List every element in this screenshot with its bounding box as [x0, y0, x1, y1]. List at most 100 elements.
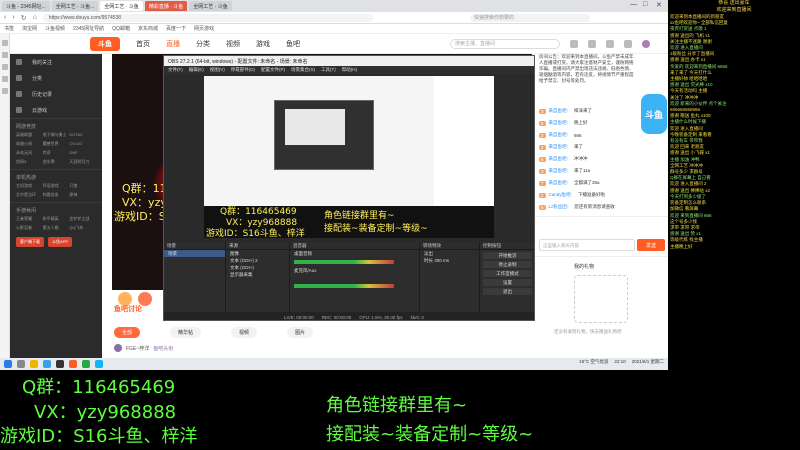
chat-username[interactable]: Candy鱼吧：	[549, 192, 576, 198]
category-link[interactable]: 和平精英	[43, 216, 70, 222]
back-icon[interactable]: ‹	[4, 14, 6, 21]
menu-item[interactable]: 配置文件(P)	[261, 67, 285, 73]
chat-input[interactable]: 这里输入聊天内容	[539, 239, 635, 251]
menu-item[interactable]: 视图(V)	[210, 67, 225, 73]
category-link[interactable]: 主机游戏	[16, 183, 43, 189]
site-search-input[interactable]: 搜索主播、直播间	[450, 38, 560, 49]
menu-item[interactable]: 停靠部件(D)	[231, 67, 255, 73]
windows-start-icon[interactable]	[4, 360, 12, 368]
download-icon[interactable]	[2, 64, 8, 70]
category-link[interactable]: DOTA2	[69, 132, 96, 138]
wechat-icon[interactable]	[82, 360, 90, 368]
browser-tab[interactable]: 斗鱼 - 2345网址...	[2, 1, 50, 11]
site-logo[interactable]: 斗鱼	[90, 36, 120, 51]
tab-video[interactable]: 视频	[231, 326, 258, 338]
menu-item[interactable]: 编辑(E)	[189, 67, 204, 73]
tab-featured[interactable]: 精华帖	[170, 326, 202, 338]
start-streaming-button[interactable]: 开始推流	[483, 252, 532, 259]
category-link[interactable]: 逆水寒	[43, 159, 70, 165]
chat-username[interactable]: Lz粉丝团：	[549, 204, 572, 210]
sidebar-item-history[interactable]: 历史记录	[10, 86, 102, 102]
stop-recording-button[interactable]: 停止录制	[483, 261, 532, 268]
sidebar-item-follow[interactable]: 我的关注	[10, 54, 102, 70]
menu-item[interactable]: 场景集合(S)	[291, 67, 315, 73]
category-link[interactable]: 英雄联盟	[16, 132, 43, 138]
browser-icon[interactable]	[43, 360, 51, 368]
chat-username[interactable]: 来自鱼吧：	[549, 108, 572, 114]
source-item[interactable]: 文本 (GDI+)	[226, 264, 289, 271]
history-icon[interactable]	[606, 39, 614, 48]
menu-item[interactable]: 工具(T)	[321, 67, 336, 73]
category-link[interactable]: DNF	[69, 150, 96, 156]
category-link[interactable]: 怀旧游戏	[43, 183, 70, 189]
clock-date[interactable]: 2021/6/1 星期二	[632, 359, 664, 365]
avatar[interactable]	[114, 344, 122, 352]
chat-username[interactable]: 来自鱼吧：	[549, 144, 572, 150]
download-app-icon[interactable]	[570, 39, 578, 48]
minimize-icon[interactable]: —	[630, 1, 637, 8]
chat-username[interactable]: 来自鱼吧：	[549, 156, 572, 162]
category-link[interactable]: 剑网3	[16, 159, 43, 165]
app-download-button[interactable]: 斗鱼APP	[48, 237, 73, 247]
category-link[interactable]: 穿越火线	[16, 141, 43, 147]
history-icon[interactable]	[2, 52, 8, 58]
transition-duration[interactable]: 时长 300 ms	[420, 257, 479, 264]
nav-category[interactable]: 分类	[196, 39, 210, 49]
chat-username[interactable]: 来自鱼吧：	[549, 120, 572, 126]
nav-video[interactable]: 视频	[226, 39, 240, 49]
game-icon[interactable]	[2, 88, 8, 94]
client-download-button[interactable]: 客户端下载	[16, 237, 44, 247]
browser-search-input[interactable]: 快速搜索你想要的	[470, 14, 590, 22]
category-link[interactable]: 地下城与勇士	[43, 132, 70, 138]
chat-username[interactable]: 来自鱼吧：	[549, 180, 572, 186]
category-link[interactable]: 原神	[69, 192, 96, 198]
forward-icon[interactable]: ›	[12, 14, 14, 21]
category-link[interactable]: 火影忍者	[16, 225, 43, 231]
home-icon[interactable]: ⌂	[33, 14, 37, 21]
chat-username[interactable]: 来自鱼吧：	[549, 168, 572, 174]
url-input[interactable]: https://www.douyu.com/9574538	[42, 13, 373, 22]
bookmark-link[interactable]: 京东商城	[138, 25, 158, 32]
tab-all[interactable]: 全部	[114, 326, 141, 338]
bookmark-link[interactable]: QQ邮箱	[112, 25, 130, 32]
browser-tab[interactable]: 全网工艺 - 斗鱼...	[51, 1, 99, 11]
source-item[interactable]: 文本 (GDI+) 2	[226, 257, 289, 264]
bookmark-link[interactable]: 斗鱼视频	[45, 25, 65, 32]
user-avatar[interactable]	[642, 39, 650, 48]
weather-text[interactable]: 19°C 空气优良	[579, 359, 608, 365]
studio-mode-button[interactable]: 工作室模式	[483, 270, 532, 277]
category-link[interactable]: CS:GO	[69, 141, 96, 147]
sidebar-item-cloud-game[interactable]: 云游戏	[10, 102, 102, 118]
clock-time[interactable]: 22:10	[614, 359, 625, 365]
favorites-icon[interactable]	[2, 40, 8, 46]
chat-username[interactable]: 来自鱼吧：	[549, 132, 572, 138]
browser-tab-live[interactable]: 精彩直播 · 斗鱼	[144, 1, 188, 11]
live-start-icon[interactable]	[624, 39, 632, 48]
category-link[interactable]: 刺客信条	[43, 192, 70, 198]
browser-tab-active[interactable]: 全网工艺 · 斗鱼	[100, 1, 143, 11]
nav-live[interactable]: 直播	[166, 39, 180, 49]
nav-home[interactable]: 首页	[136, 39, 150, 49]
file-explorer-icon[interactable]	[30, 360, 38, 368]
mail-icon[interactable]	[2, 76, 8, 82]
scene-item[interactable]: 场景	[164, 250, 225, 257]
sidebar-item-category[interactable]: 分类	[10, 70, 102, 86]
category-link[interactable]: 传奇	[43, 150, 70, 156]
source-item[interactable]: 图像	[226, 250, 289, 257]
settings-button[interactable]: 设置	[483, 279, 532, 286]
menu-item[interactable]: 帮助(H)	[342, 67, 357, 73]
category-link[interactable]: 王者荣耀	[16, 216, 43, 222]
obs-preview[interactable]: Q群：116465469 VX：yzy968888 游戏ID：S16斗鱼、梓洋 …	[204, 76, 494, 238]
qq-icon[interactable]	[95, 360, 103, 368]
transition-select[interactable]: 淡出	[420, 250, 479, 257]
maximize-icon[interactable]: □	[643, 1, 647, 8]
category-link[interactable]: 只狼	[69, 183, 96, 189]
exit-button[interactable]: 退出	[483, 288, 532, 295]
tab-image[interactable]: 图片	[287, 326, 314, 338]
obs-icon[interactable]	[56, 360, 64, 368]
source-item[interactable]: 显示器采集	[226, 271, 289, 278]
category-link[interactable]: 第五人格	[43, 225, 70, 231]
close-icon[interactable]: ✕	[656, 1, 662, 9]
category-link[interactable]: 艾尔登法环	[16, 192, 43, 198]
bookmark-link[interactable]: 网页游戏	[194, 25, 214, 32]
